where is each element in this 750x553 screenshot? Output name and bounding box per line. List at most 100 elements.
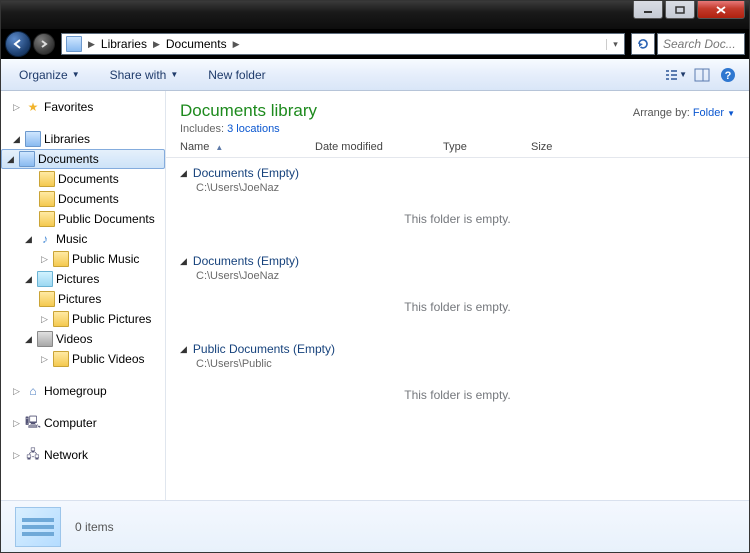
minimize-button[interactable]	[633, 1, 663, 19]
expander-icon[interactable]: ▷	[39, 254, 50, 265]
column-type[interactable]: Type	[443, 141, 531, 153]
column-headers: Name ▲ Date modified Type Size	[166, 137, 749, 158]
navigation-pane: ▷ ★ Favorites ◢ Libraries ◢ Documents Do…	[1, 91, 166, 500]
column-name[interactable]: Name ▲	[180, 141, 315, 153]
tree-item[interactable]: ▷ Public Music	[1, 249, 165, 269]
expander-icon[interactable]: ◢	[23, 334, 34, 345]
expander-icon[interactable]: ◢	[23, 234, 34, 245]
tree-item[interactable]: Documents	[1, 189, 165, 209]
arrange-by[interactable]: Arrange by: Folder ▼	[633, 101, 735, 119]
chevron-right-icon[interactable]: ▶	[86, 39, 97, 50]
chevron-down-icon: ▼	[170, 70, 178, 79]
collapse-icon[interactable]: ◢	[180, 344, 187, 355]
tree-item[interactable]: ▷ Public Pictures	[1, 309, 165, 329]
empty-message: This folder is empty.	[180, 282, 735, 328]
expander-icon[interactable]: ▷	[39, 354, 50, 365]
new-folder-button[interactable]: New folder	[200, 64, 273, 86]
back-button[interactable]	[5, 31, 31, 57]
tree-videos[interactable]: ◢ Videos	[1, 329, 165, 349]
group-path: C:\Users\JoeNaz	[196, 270, 735, 282]
file-group: ◢Public Documents (Empty)C:\Users\Public…	[166, 334, 749, 422]
titlebar	[1, 1, 749, 29]
group-header[interactable]: ◢ Public Documents (Empty)	[180, 342, 735, 356]
sort-ascending-icon: ▲	[215, 143, 223, 152]
group-header[interactable]: ◢Documents (Empty)	[180, 166, 735, 180]
tree-music[interactable]: ◢ ♪ Music	[1, 229, 165, 249]
folder-icon	[39, 291, 55, 307]
search-input[interactable]: Search Doc...	[657, 33, 745, 55]
folder-icon	[53, 351, 69, 367]
tree-computer[interactable]: ▷ 🖳 Computer	[1, 413, 165, 433]
library-header: Documents library Includes: 3 locations …	[166, 91, 749, 137]
library-includes: Includes: 3 locations	[180, 123, 317, 135]
group-name: Public Documents (Empty)	[193, 342, 335, 356]
folder-icon	[53, 311, 69, 327]
tree-item[interactable]: Pictures	[1, 289, 165, 309]
videos-icon	[37, 331, 53, 347]
share-with-button[interactable]: Share with▼	[102, 64, 187, 86]
pictures-icon	[37, 271, 53, 287]
locations-link[interactable]: 3 locations	[227, 123, 280, 135]
address-dropdown[interactable]: ▾	[606, 39, 624, 50]
forward-button[interactable]	[33, 33, 55, 55]
star-icon: ★	[25, 99, 41, 115]
nav-bar: ▶ Libraries ▶ Documents ▶ ▾ Search Doc..…	[1, 29, 749, 59]
explorer-window: ▶ Libraries ▶ Documents ▶ ▾ Search Doc..…	[0, 0, 750, 553]
empty-message: This folder is empty.	[180, 194, 735, 240]
refresh-button[interactable]	[631, 33, 655, 55]
collapse-icon[interactable]: ◢	[180, 256, 187, 267]
expander-icon[interactable]: ◢	[11, 134, 22, 145]
main-area: ▷ ★ Favorites ◢ Libraries ◢ Documents Do…	[1, 91, 749, 500]
computer-icon: 🖳	[25, 415, 41, 431]
tree-homegroup[interactable]: ▷ ⌂ Homegroup	[1, 381, 165, 401]
expander-icon[interactable]: ▷	[11, 418, 22, 429]
homegroup-icon: ⌂	[25, 383, 41, 399]
folder-icon	[39, 191, 55, 207]
breadcrumb[interactable]: Documents	[162, 37, 231, 51]
column-date[interactable]: Date modified	[315, 141, 443, 153]
folder-icon	[39, 171, 55, 187]
library-title: Documents library	[180, 101, 317, 121]
chevron-down-icon: ▼	[72, 70, 80, 79]
location-icon	[66, 36, 82, 52]
expander-icon[interactable]: ▷	[11, 386, 22, 397]
tree-network[interactable]: ▷ 🖧 Network	[1, 445, 165, 465]
tree-libraries[interactable]: ◢ Libraries	[1, 129, 165, 149]
view-options-button[interactable]: ▼	[665, 64, 687, 86]
maximize-button[interactable]	[665, 1, 695, 19]
breadcrumb[interactable]: Libraries	[97, 37, 151, 51]
music-icon: ♪	[37, 231, 53, 247]
details-pane: 0 items	[1, 500, 749, 552]
expander-icon[interactable]: ◢	[23, 274, 34, 285]
collapse-icon[interactable]: ◢	[180, 168, 187, 179]
tree-pictures[interactable]: ◢ Pictures	[1, 269, 165, 289]
library-large-icon	[15, 507, 61, 547]
organize-button[interactable]: Organize▼	[11, 64, 88, 86]
libraries-icon	[25, 131, 41, 147]
file-group: ◢Documents (Empty) C:\Users\JoeNazThis fo…	[166, 246, 749, 334]
search-placeholder: Search Doc...	[663, 37, 736, 51]
tree-item[interactable]: Documents	[1, 169, 165, 189]
content-pane: Documents library Includes: 3 locations …	[166, 91, 749, 500]
tree-favorites[interactable]: ▷ ★ Favorites	[1, 97, 165, 117]
expander-icon[interactable]: ▷	[11, 102, 22, 113]
file-list: ◢Documents (Empty)C:\Users\JoeNazThis fo…	[166, 158, 749, 422]
help-button[interactable]: ?	[717, 64, 739, 86]
close-button[interactable]	[697, 1, 745, 19]
folder-icon	[53, 251, 69, 267]
expander-icon[interactable]: ◢	[5, 154, 16, 165]
tree-item[interactable]: Public Documents	[1, 209, 165, 229]
chevron-down-icon: ▼	[679, 70, 687, 79]
tree-item[interactable]: ▷ Public Videos	[1, 349, 165, 369]
chevron-right-icon[interactable]: ▶	[231, 39, 242, 50]
group-path: C:\Users\JoeNaz	[196, 182, 735, 194]
address-bar[interactable]: ▶ Libraries ▶ Documents ▶ ▾	[61, 33, 625, 55]
preview-pane-button[interactable]	[691, 64, 713, 86]
expander-icon[interactable]: ▷	[39, 314, 50, 325]
group-header[interactable]: ◢Documents (Empty)	[180, 254, 735, 268]
column-size[interactable]: Size	[531, 141, 601, 153]
chevron-right-icon[interactable]: ▶	[151, 39, 162, 50]
expander-icon[interactable]: ▷	[11, 450, 22, 461]
item-count: 0 items	[75, 520, 114, 534]
tree-documents[interactable]: ◢ Documents	[1, 149, 165, 169]
